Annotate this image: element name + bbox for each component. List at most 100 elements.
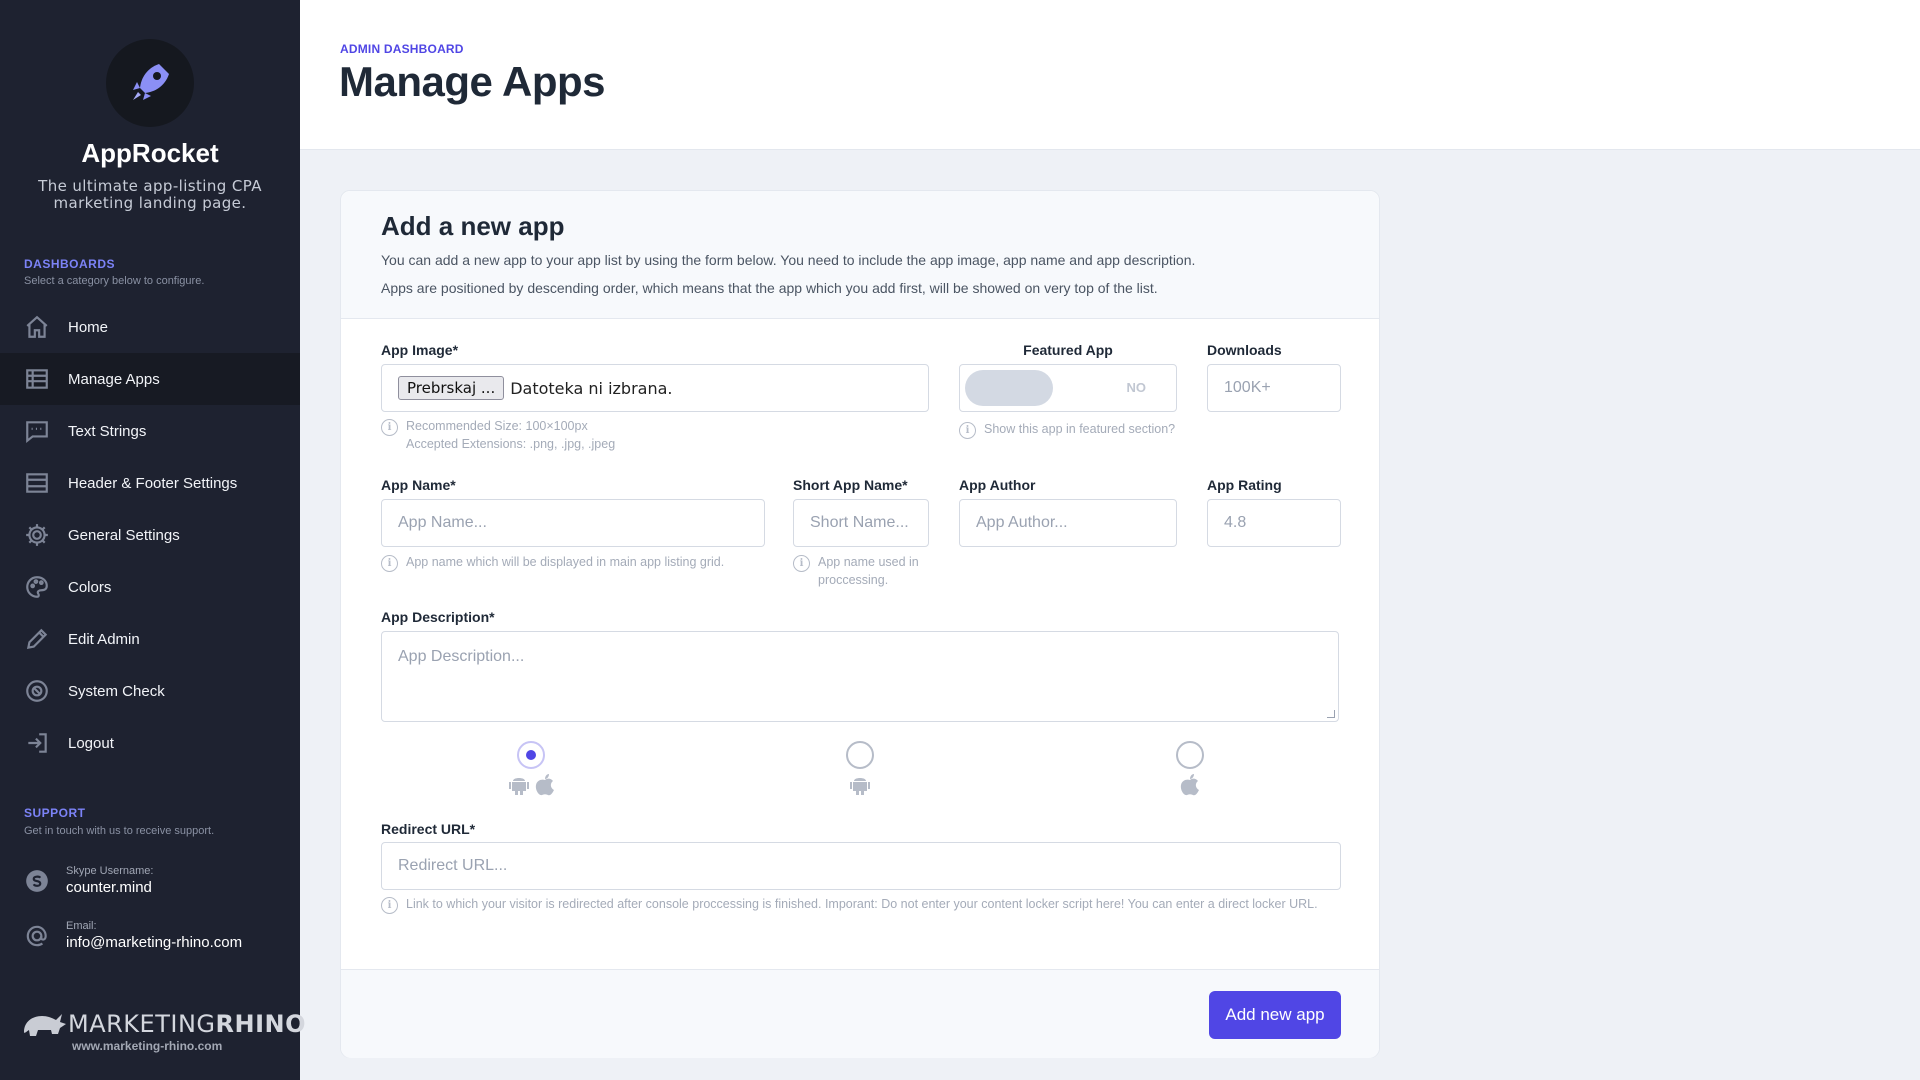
platform-radio-android-ios[interactable] [517, 741, 545, 769]
sidebar-item-text-strings[interactable]: Text Strings [0, 405, 300, 457]
featured-app-label: Featured App [1023, 342, 1113, 358]
redirect-url-input[interactable]: Redirect URL... [381, 842, 1341, 890]
app-image-file-input[interactable]: Prebrskaj ... Datoteka ni izbrana. [381, 364, 929, 412]
rocket-icon [133, 64, 169, 100]
brand-name: MARKETINGRHINO [68, 1010, 306, 1038]
sidebar-item-label: General Settings [68, 526, 180, 544]
brand-url: www.marketing-rhino.com [72, 1039, 223, 1053]
sidebar-item-label: Home [68, 318, 109, 336]
sidebar-item-logout[interactable]: Logout [0, 717, 300, 769]
info-icon: i [381, 897, 398, 914]
sidebar-item-label: Edit Admin [68, 630, 140, 648]
dashboards-heading: DASHBOARDS [24, 257, 116, 271]
breadcrumb: ADMIN DASHBOARD [340, 42, 464, 56]
resize-handle[interactable] [1327, 710, 1335, 718]
android-icon [509, 778, 529, 795]
sidebar-item-system-check[interactable]: System Check [0, 665, 300, 717]
file-status: Datoteka ni izbrana. [510, 378, 673, 398]
gear-icon [26, 524, 48, 546]
email-value[interactable]: info@marketing-rhino.com [66, 934, 242, 951]
skype-contact: Skype Username: counter.mind [24, 865, 153, 896]
toggle-knob [965, 370, 1053, 406]
app-description-textarea[interactable]: App Description... [381, 631, 1339, 722]
app-name-input[interactable]: App Name... [381, 499, 765, 547]
featured-app-hint-text: Show this app in featured section? [984, 422, 1176, 436]
redirect-url-hint: i Link to which your visitor is redirect… [381, 895, 1341, 914]
downloads-input[interactable]: 100K+ [1207, 364, 1341, 412]
message-icon [26, 421, 48, 444]
add-new-app-button[interactable]: Add new app [1209, 991, 1341, 1039]
sidebar-item-label: Colors [68, 578, 112, 596]
brand-name-light: MARKETING [68, 1010, 216, 1038]
toggle-state: NO [1126, 380, 1147, 395]
pencil-icon [26, 628, 48, 650]
app-name-label: App Name* [381, 477, 456, 493]
form-title: Add a new app [381, 211, 565, 241]
rhino-icon [24, 1014, 66, 1036]
sidebar-item-colors[interactable]: Colors [0, 561, 300, 613]
redirect-url-hint-text: Link to which your visitor is redirected… [406, 897, 1318, 911]
platform-radio-android[interactable] [846, 741, 874, 769]
sidebar-nav: Home Manage Apps Text Strings Header & F… [0, 301, 300, 769]
platform-icons-android-ios [509, 774, 555, 796]
featured-app-hint: i Show this app in featured section? [959, 420, 1179, 439]
android-icon [850, 778, 870, 795]
app-description-label: App Description* [381, 609, 495, 625]
sidebar-item-label: Logout [68, 734, 114, 752]
info-icon: i [381, 419, 398, 436]
dashboards-subtitle: Select a category below to configure. [24, 275, 205, 287]
sidebar-item-label: Manage Apps [68, 370, 160, 388]
brand-name-bold: RHINO [215, 1010, 306, 1038]
app-logo [106, 39, 194, 127]
sidebar-item-label: System Check [68, 682, 165, 700]
browse-button[interactable]: Prebrskaj ... [398, 376, 505, 400]
skype-icon [26, 869, 48, 892]
support-subtitle: Get in touch with us to receive support. [24, 825, 215, 837]
app-image-hint: i Recommended Size: 100×100px Accepted Ex… [381, 417, 615, 453]
featured-app-toggle[interactable]: NO [959, 364, 1177, 412]
logout-icon [28, 733, 47, 753]
check-icon [26, 680, 48, 702]
short-name-hint-text: App name used in proccessing. [818, 555, 919, 587]
sidebar-item-label: Header & Footer Settings [68, 474, 238, 492]
app-tagline: The ultimate app-listing CPA marketing l… [38, 177, 262, 212]
form-description-1: You can add a new app to your app list b… [381, 252, 1196, 268]
palette-icon [26, 576, 48, 598]
email-contact: Email: info@marketing-rhino.com [24, 920, 242, 951]
info-icon: i [793, 555, 810, 572]
app-image-hint-ext: Accepted Extensions: .png, .jpg, .jpeg [406, 437, 616, 451]
app-title: AppRocket [81, 138, 219, 168]
skype-label: Skype Username: [66, 865, 154, 877]
sidebar-item-header-footer[interactable]: Header & Footer Settings [0, 457, 300, 509]
sidebar-item-general-settings[interactable]: General Settings [0, 509, 300, 561]
layout-icon [26, 473, 48, 493]
info-icon: i [959, 422, 976, 439]
add-app-form: Add a new app You can add a new app to y… [340, 190, 1380, 1058]
apple-icon [535, 774, 554, 796]
app-name-hint-text: App name which will be displayed in main… [406, 555, 725, 569]
sidebar-item-edit-admin[interactable]: Edit Admin [0, 613, 300, 665]
app-image-hint-size: Recommended Size: 100×100px [406, 419, 588, 433]
page-title: Manage Apps [339, 58, 605, 105]
app-author-input[interactable]: App Author... [959, 499, 1177, 547]
sidebar-item-manage-apps[interactable]: Manage Apps [0, 353, 300, 405]
short-name-input[interactable]: Short Name... [793, 499, 929, 547]
support-heading: SUPPORT [24, 806, 86, 820]
platform-icons-ios [1180, 774, 1200, 796]
form-description-2: Apps are positioned by descending order,… [381, 280, 1158, 296]
short-name-label: Short App Name* [793, 477, 908, 493]
app-author-label: App Author [959, 477, 1036, 493]
short-name-hint: i App name used in proccessing. [793, 553, 923, 589]
downloads-label: Downloads [1207, 342, 1282, 358]
app-image-label: App Image* [381, 342, 459, 358]
skype-value: counter.mind [66, 879, 152, 896]
brand-logo: MARKETINGRHINO [22, 1010, 306, 1038]
at-icon [26, 925, 47, 946]
app-rating-input[interactable]: 4.8 [1207, 499, 1341, 547]
platform-radio-ios[interactable] [1176, 741, 1204, 769]
app-name-hint: i App name which will be displayed in ma… [381, 553, 724, 572]
sidebar-item-home[interactable]: Home [0, 301, 300, 353]
page-header: ADMIN DASHBOARD Manage Apps [300, 0, 1920, 150]
apple-icon [1180, 774, 1199, 796]
list-icon [26, 369, 48, 389]
